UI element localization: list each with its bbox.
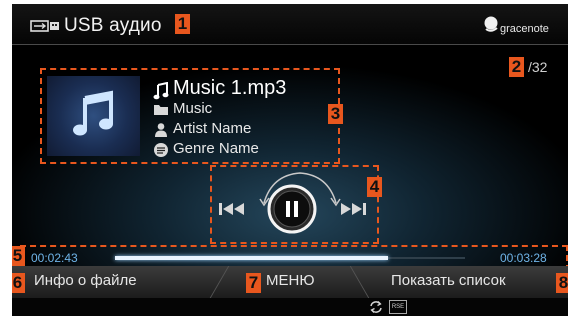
music-note-icon bbox=[73, 90, 113, 136]
skip-previous-icon[interactable] bbox=[217, 199, 247, 219]
song-note-icon bbox=[153, 82, 169, 100]
progress-bar-fill bbox=[115, 256, 388, 260]
pause-button[interactable] bbox=[267, 184, 317, 234]
show-list-button[interactable]: Показать список bbox=[391, 266, 506, 298]
artist-icon bbox=[155, 123, 167, 137]
header-divider bbox=[12, 44, 568, 45]
callout-badge-3: 3 bbox=[328, 104, 343, 124]
artist-row: Artist Name bbox=[145, 120, 335, 142]
callout-badge-1: 1 bbox=[175, 14, 190, 34]
usb-icon bbox=[30, 20, 59, 32]
folder-name: Music bbox=[173, 100, 213, 117]
total-time: 00:03:28 bbox=[500, 251, 547, 265]
callout-badge-4: 4 bbox=[367, 177, 382, 197]
artist-name: Artist Name bbox=[173, 120, 252, 137]
song-row: Music 1.mp3 bbox=[145, 77, 335, 102]
media-screen: USB аудио 1 gracenote 2 /32 Music 1.mp3 … bbox=[12, 4, 568, 316]
page-title: USB аудио bbox=[64, 15, 162, 36]
repeat-icon bbox=[370, 301, 382, 313]
pause-icon bbox=[286, 201, 290, 217]
callout-badge-8: 8 bbox=[556, 273, 568, 293]
callout-badge-2: 2 bbox=[509, 57, 524, 77]
progress-bar[interactable] bbox=[115, 256, 465, 260]
rse-indicator: RSE bbox=[389, 300, 407, 314]
genre-name: Genre Name bbox=[173, 140, 259, 157]
folder-icon bbox=[154, 105, 168, 115]
track-counter: /32 bbox=[528, 59, 548, 75]
gracenote-logo-text: gracenote bbox=[500, 23, 549, 35]
menu-divider-left bbox=[209, 266, 230, 298]
callout-badge-6: 6 bbox=[12, 273, 25, 293]
gracenote-logo-icon bbox=[484, 16, 498, 32]
callout-badge-5: 5 bbox=[12, 246, 25, 266]
genre-icon bbox=[154, 143, 168, 157]
menu-divider-right bbox=[349, 266, 370, 298]
skip-next-icon[interactable] bbox=[338, 199, 368, 219]
menu-button[interactable]: МЕНЮ bbox=[266, 266, 315, 298]
bottom-menu-bar: Инфо о файле МЕНЮ Показать список bbox=[12, 266, 568, 298]
callout-badge-7: 7 bbox=[246, 273, 261, 293]
album-art bbox=[47, 76, 140, 156]
status-bar: RSE bbox=[12, 298, 568, 316]
file-info-button[interactable]: Инфо о файле bbox=[34, 266, 137, 298]
song-title: Music 1.mp3 bbox=[173, 77, 287, 99]
folder-row: Music bbox=[145, 100, 335, 122]
elapsed-time: 00:02:43 bbox=[31, 251, 78, 265]
genre-row: Genre Name bbox=[145, 140, 335, 162]
